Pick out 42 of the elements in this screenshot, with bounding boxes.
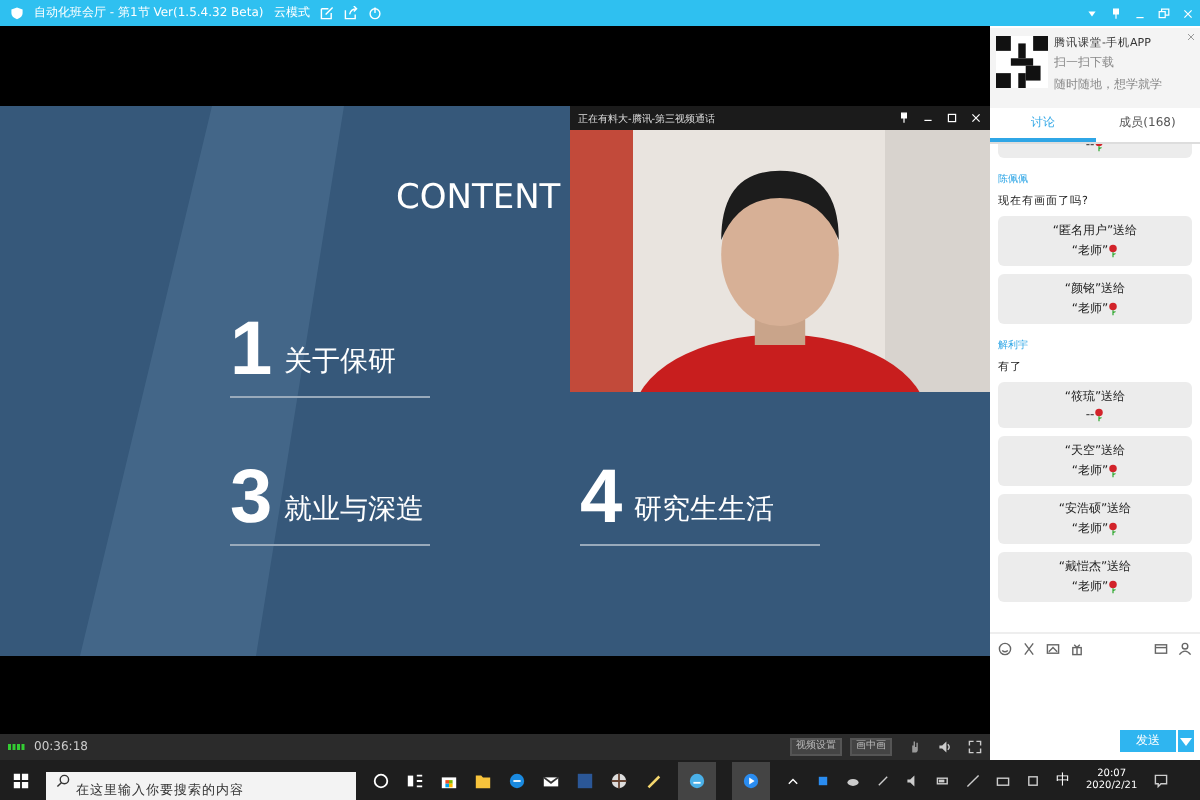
rose-icon: [1094, 408, 1105, 422]
maximize-icon[interactable]: [946, 112, 958, 124]
gift-icon[interactable]: [1070, 642, 1084, 656]
signal-icon: [8, 742, 26, 752]
scissors-icon[interactable]: [1022, 642, 1036, 656]
speaker-icon[interactable]: [938, 740, 952, 754]
store-icon[interactable]: [440, 771, 458, 789]
rose-icon: [1108, 580, 1119, 594]
item-number: 4: [580, 460, 623, 536]
item-title: 研究生生活: [634, 492, 775, 530]
qr-code-icon: [996, 36, 1048, 88]
folder-icon[interactable]: [474, 771, 492, 789]
fullscreen-icon[interactable]: [968, 740, 982, 754]
caret-icon: [1180, 737, 1192, 745]
pin-icon[interactable]: [898, 112, 910, 124]
circle-icon[interactable]: [372, 771, 390, 789]
task-view-icon[interactable]: [406, 771, 424, 789]
rose-icon: [1108, 302, 1119, 316]
ball-icon[interactable]: [610, 771, 628, 789]
tray-app-icon[interactable]: [816, 773, 830, 787]
person-icon[interactable]: [1178, 642, 1192, 656]
chevron-up-icon[interactable]: [786, 773, 800, 787]
play-icon[interactable]: [732, 761, 770, 799]
card-icon[interactable]: [1154, 642, 1168, 656]
item-title: 就业与深造: [284, 492, 425, 530]
item-title: 关于保研: [284, 344, 397, 382]
mail-icon[interactable]: [542, 771, 560, 789]
speaker-icon[interactable]: [906, 773, 920, 787]
rose-icon: [1108, 522, 1119, 536]
notification-icon[interactable]: [1153, 773, 1168, 787]
emoji-icon[interactable]: [998, 642, 1012, 656]
rose-icon: [1108, 244, 1119, 258]
slide-heading: CONTENT: [396, 178, 563, 218]
image-icon[interactable]: [1046, 642, 1060, 656]
item-number: 1: [230, 312, 273, 388]
shield-icon: [10, 6, 24, 20]
rose-icon: [1108, 464, 1119, 478]
search-icon: [56, 773, 70, 787]
windows-start-icon[interactable]: [12, 771, 30, 789]
battery-icon[interactable]: [936, 773, 950, 787]
item-number: 3: [230, 460, 273, 536]
hand-icon[interactable]: [908, 740, 922, 754]
